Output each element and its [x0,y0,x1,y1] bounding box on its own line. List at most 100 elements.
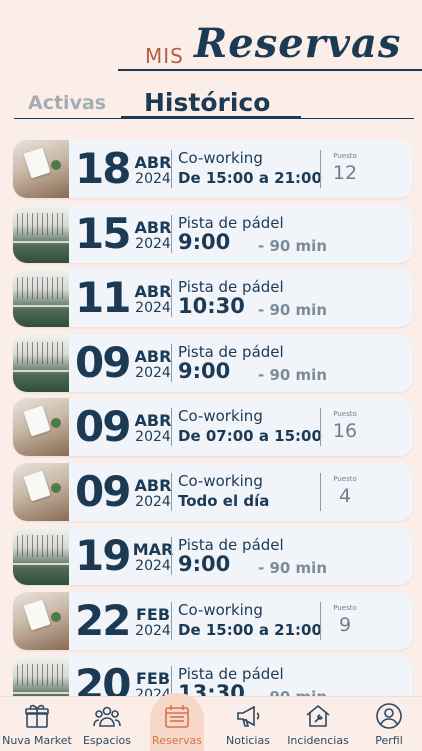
nav-label: Noticias [226,734,270,747]
padel-court-image [13,333,69,392]
reservation-time: Todo el día [178,491,270,510]
coworking-desk-image [13,591,69,650]
reservation-list[interactable]: 18 ABR 2024 Co-working De 15:00 a 21:00 Puest… [0,140,422,696]
header: MIS Reservas Activas Histórico [0,0,422,120]
coworking-desk-image [13,398,69,456]
nav-item-reservas[interactable]: Reservas [144,693,210,751]
reservation-type: Co-working [178,600,263,619]
tab-divider [14,118,414,119]
reservation-time: 9:00 [178,552,231,576]
image-detail [23,599,51,630]
reservation-card[interactable]: 09 ABR 2024 Co-working Todo el día Puesto 4 [13,462,413,521]
image-detail [23,147,51,179]
image-detail [51,611,61,622]
coworking-desk-image [13,140,69,198]
reservation-card[interactable]: 15 ABR 2024 Pista de pádel 9:00- 90 min [13,204,413,263]
nav-item-perfil[interactable]: Perfil [359,697,419,751]
puesto-number: 9 [338,613,352,636]
image-detail [23,405,51,437]
reservation-card[interactable]: 09 ABR 2024 Co-working De 07:00 a 15:00 Puest… [13,398,413,456]
nav-label: Espacios [83,734,131,747]
bottom-nav: Nuva Market Espacios Reservas Noticias Incid… [0,693,422,751]
reservation-card[interactable]: 22 FEB 2024 Co-working De 15:00 a 21:00 Puest… [13,591,413,650]
reservation-card[interactable]: 19 MAR 2024 Pista de pádel 9:00- 90 min [13,527,413,585]
nav-label: Perfil [375,734,403,747]
divider [320,472,321,511]
reservation-time: De 15:00 a 21:00 [178,620,322,639]
image-detail [13,692,69,694]
gift-icon [23,702,51,730]
reservation-time: 13:30 [178,681,245,696]
padel-court-image [13,527,69,585]
puesto-number: 4 [338,484,352,507]
reservation-time: De 15:00 a 21:00 [178,169,322,187]
tab-activas[interactable]: Activas [28,92,106,114]
reservation-card[interactable]: 20FEB2024Pista de pádel13:30- 90 min [13,656,413,696]
puesto-label: Puesto [333,474,357,483]
image-detail [13,305,69,307]
image-detail [17,664,65,686]
image-detail [13,563,69,565]
reservation-duration: - 90 min [258,365,327,384]
puesto-number: 16 [332,420,358,442]
padel-court-image [13,269,69,327]
reservation-time: 9:00 [178,229,231,254]
reservation-type: Co-working [178,149,263,167]
image-detail [51,418,61,428]
megaphone-icon [234,702,262,730]
image-detail [51,482,61,493]
nav-item-incidencias[interactable]: Incidencias [282,697,354,751]
reservation-duration: - 90 min [258,301,327,319]
reservation-duration: - 90 min [258,559,327,577]
image-detail [13,369,69,372]
people-icon [93,702,121,730]
puesto-label: Puesto [333,152,357,160]
nav-item-nuva-market[interactable]: Nuva Market [0,697,74,751]
title-underline [118,69,422,71]
divider [171,279,172,317]
reservation-type: Co-working [178,407,263,425]
divider [320,408,321,446]
house-wrench-icon [304,702,332,730]
reservation-type: Co-working [178,471,263,490]
nav-label: Reservas [152,734,202,747]
title-small: MIS [145,44,184,68]
divider [171,408,172,446]
reservation-duration: - 90 min [258,236,327,255]
divider [171,343,172,382]
image-detail [13,240,69,243]
divider [171,666,172,696]
user-icon [375,702,403,730]
divider [320,601,321,640]
divider [171,601,172,640]
image-detail [17,212,65,235]
image-detail [17,535,65,557]
coworking-desk-image [13,462,69,521]
divider [171,537,172,575]
calendar-icon [163,702,191,730]
image-detail [51,160,61,170]
page-title: Reservas [194,20,402,67]
image-detail [23,470,51,501]
divider [171,472,172,511]
tab-historico[interactable]: Histórico [144,88,270,117]
nav-label: Incidencias [287,734,349,747]
divider [171,214,172,253]
puesto-label: Puesto [333,603,357,612]
reservation-card[interactable]: 11 ABR 2024 Pista de pádel 10:30- 90 min [13,269,413,327]
nav-item-espacios[interactable]: Espacios [72,697,142,751]
reservation-card[interactable]: 18 ABR 2024 Co-working De 15:00 a 21:00 Puest… [13,140,413,198]
reservation-card[interactable]: 09 ABR 2024 Pista de pádel 9:00- 90 min [13,333,413,392]
puesto-label: Puesto [333,410,357,418]
reservation-time: 9:00 [178,358,231,383]
divider [320,150,321,188]
image-detail [17,277,65,299]
reservation-duration: - 90 min [258,688,327,696]
nav-item-noticias[interactable]: Noticias [215,697,281,751]
nav-label: Nuva Market [2,734,72,747]
reservation-time: 10:30 [178,294,245,318]
reservation-time: De 07:00 a 15:00 [178,427,322,445]
puesto-number: 12 [332,162,358,184]
padel-court-image [13,204,69,263]
image-detail [17,341,65,364]
